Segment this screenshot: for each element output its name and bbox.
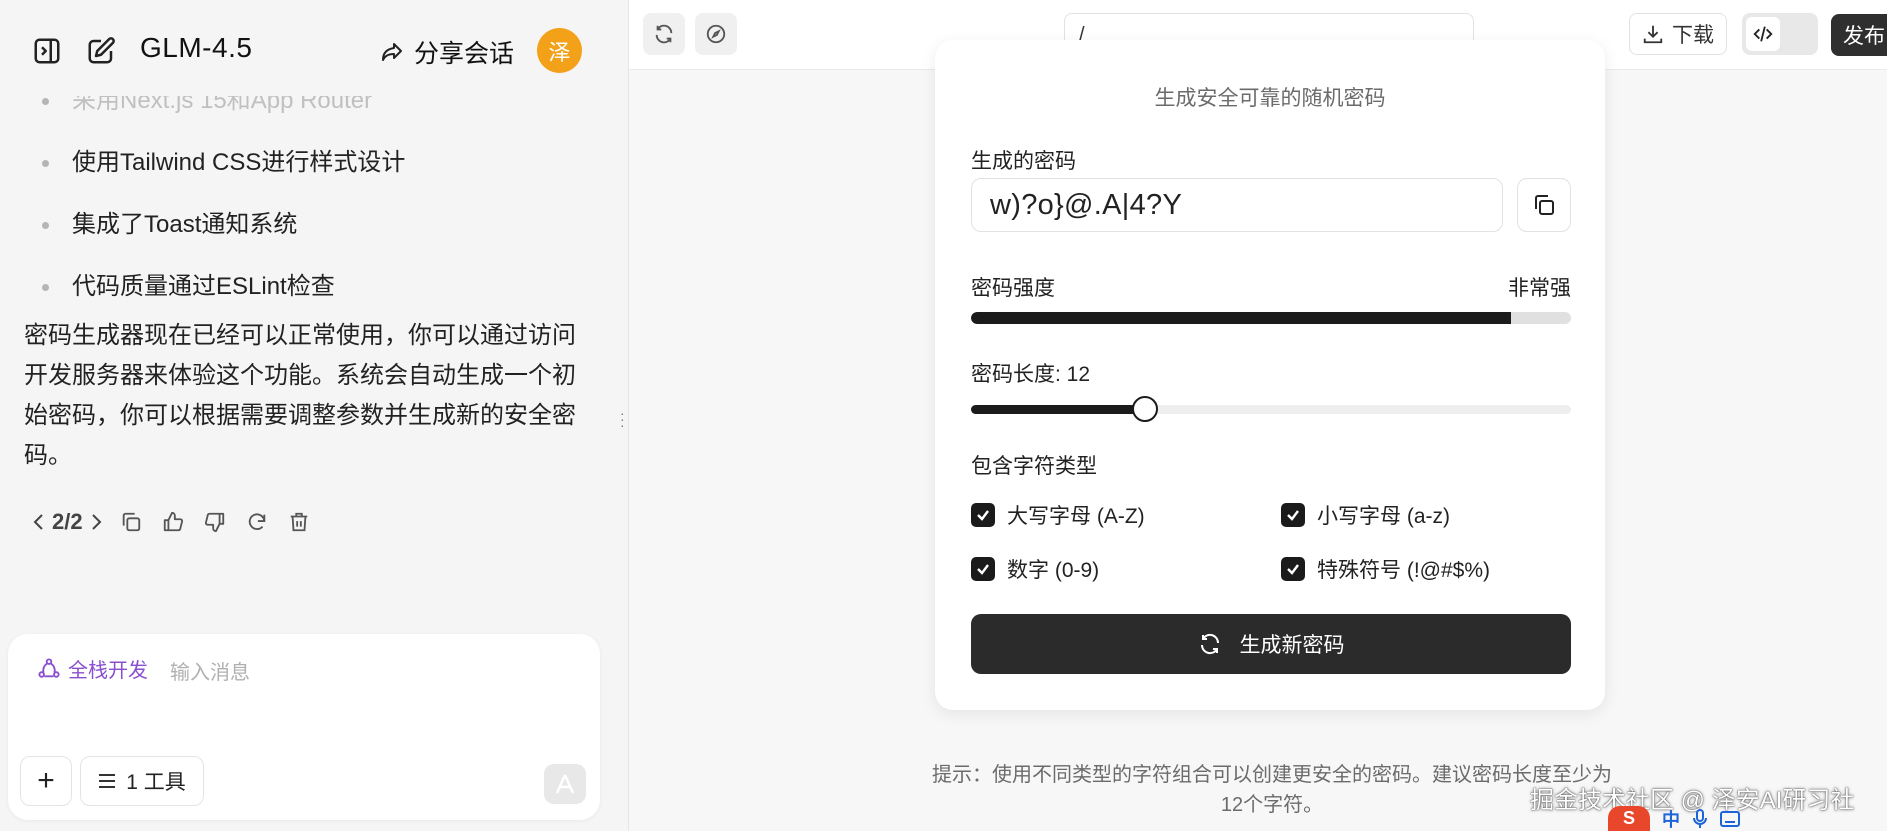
card-subtitle: 生成安全可靠的随机密码 — [1154, 87, 1386, 110]
lowercase-label: 小写字母 (a-z) — [1317, 505, 1450, 528]
message-composer: 全栈开发 输入消息 + 1 工具 — [8, 634, 600, 820]
fullstack-icon — [38, 657, 60, 678]
toggle-sidebar-icon[interactable] — [30, 34, 64, 68]
publish-button[interactable]: 发布 — [1831, 14, 1887, 56]
download-icon — [1643, 25, 1663, 44]
generate-password-button[interactable]: 生成新密码 — [971, 614, 1571, 674]
strength-label: 密码强度 — [971, 277, 1055, 300]
check-icon — [977, 564, 989, 575]
refresh-button[interactable] — [643, 13, 685, 55]
length-label: 密码长度: 12 — [971, 363, 1091, 386]
mode-label: 全栈开发 — [68, 660, 148, 682]
chevron-left-icon[interactable] — [32, 512, 46, 532]
avatar[interactable]: 泽 — [537, 28, 582, 73]
tools-label: 1 工具 — [126, 771, 186, 794]
symbols-option[interactable]: 特殊符号 (!@#$%) — [1281, 554, 1490, 584]
message-input[interactable]: 输入消息 — [170, 656, 250, 685]
uppercase-label: 大写字母 (A-Z) — [1007, 505, 1145, 528]
thumbs-down-icon[interactable] — [201, 508, 229, 536]
generate-label: 生成新密码 — [1239, 634, 1345, 657]
compass-icon — [706, 24, 726, 44]
length-slider-fill — [971, 405, 1145, 414]
attach-button[interactable]: + — [20, 756, 72, 806]
refresh-icon — [655, 24, 673, 44]
hint-text: 提示：使用不同类型的字符组合可以创建更安全的密码。建议密码长度至少为12个字符。 — [932, 764, 1612, 816]
password-label: 生成的密码 — [971, 150, 1076, 173]
message-actions: 2/2 — [32, 508, 313, 536]
regenerate-icon[interactable] — [243, 508, 271, 536]
copy-password-button[interactable] — [1517, 178, 1571, 232]
summary-list: 采用Next.js 15和App Router 使用Tailwind CSS进行… — [42, 70, 405, 318]
check-icon — [1287, 510, 1299, 521]
uppercase-option[interactable]: 大写字母 (A-Z) — [971, 500, 1145, 530]
download-button[interactable]: 下载 — [1629, 13, 1727, 55]
compass-button[interactable] — [695, 13, 737, 55]
strength-meter — [971, 312, 1571, 324]
list-item: 使用Tailwind CSS进行样式设计 — [42, 132, 405, 194]
list-item: 集成了Toast通知系统 — [42, 194, 405, 256]
length-slider-thumb[interactable] — [1132, 396, 1158, 422]
chat-panel: 采用Next.js 15和App Router 使用Tailwind CSS进行… — [0, 0, 628, 831]
refresh-icon — [1200, 633, 1219, 655]
length-slider[interactable] — [971, 396, 1571, 422]
preview-panel: / 下载 发布 生成安全可靠的随机密码 生成的密码 w)?o}@.A|4?Y 密… — [628, 0, 1887, 831]
uppercase-checkbox[interactable] — [971, 503, 995, 527]
copy-message-icon[interactable] — [117, 508, 145, 536]
copy-icon — [1535, 195, 1554, 215]
resize-handle[interactable]: · · · — [620, 406, 625, 432]
mode-selector[interactable]: 全栈开发 — [38, 654, 148, 683]
new-chat-icon[interactable] — [84, 34, 118, 68]
tools-button[interactable]: 1 工具 — [80, 756, 204, 806]
keyboard-icon[interactable] — [1720, 810, 1740, 827]
ime-logo[interactable]: S — [1608, 806, 1650, 831]
check-icon — [1287, 564, 1299, 575]
strength-value: 非常强 — [1508, 277, 1571, 300]
download-label: 下载 — [1672, 24, 1714, 47]
code-icon — [1746, 17, 1780, 51]
chevron-right-icon[interactable] — [89, 512, 103, 532]
check-icon — [977, 510, 989, 521]
send-button[interactable] — [544, 764, 586, 804]
digits-checkbox[interactable] — [971, 557, 995, 581]
digits-label: 数字 (0-9) — [1007, 559, 1100, 582]
chat-header: GLM-4.5 分享会话 泽 — [0, 0, 628, 96]
strength-meter-fill — [971, 312, 1511, 324]
ime-language[interactable]: 中 — [1662, 806, 1680, 831]
send-icon — [555, 774, 575, 794]
response-pager: 2/2 — [32, 509, 103, 535]
password-output[interactable]: w)?o}@.A|4?Y — [971, 178, 1503, 232]
code-view-toggle[interactable] — [1742, 13, 1818, 55]
pager-text: 2/2 — [52, 509, 83, 534]
lowercase-checkbox[interactable] — [1281, 503, 1305, 527]
assistant-message-text: 密码生成器现在已经可以正常使用，你可以通过访问开发服务器来体验这个功能。系统会自… — [24, 322, 576, 469]
symbols-checkbox[interactable] — [1281, 557, 1305, 581]
delete-icon[interactable] — [285, 508, 313, 536]
ime-toolbar: S 中 — [1608, 806, 1740, 831]
share-icon — [382, 43, 402, 61]
model-name[interactable]: GLM-4.5 — [140, 32, 252, 64]
digits-option[interactable]: 数字 (0-9) — [971, 554, 1099, 584]
charset-label: 包含字符类型 — [971, 455, 1097, 478]
lowercase-option[interactable]: 小写字母 (a-z) — [1281, 500, 1450, 530]
menu-icon — [99, 774, 116, 788]
symbols-label: 特殊符号 (!@#$%) — [1317, 559, 1491, 582]
share-label: 分享会话 — [414, 40, 515, 68]
thumbs-up-icon[interactable] — [159, 508, 187, 536]
list-item: 代码质量通过ESLint检查 — [42, 256, 405, 318]
password-generator-card: 生成安全可靠的随机密码 生成的密码 w)?o}@.A|4?Y 密码强度 非常强 … — [935, 40, 1605, 710]
microphone-icon[interactable] — [1692, 808, 1708, 829]
share-button[interactable]: 分享会话 — [380, 34, 514, 70]
